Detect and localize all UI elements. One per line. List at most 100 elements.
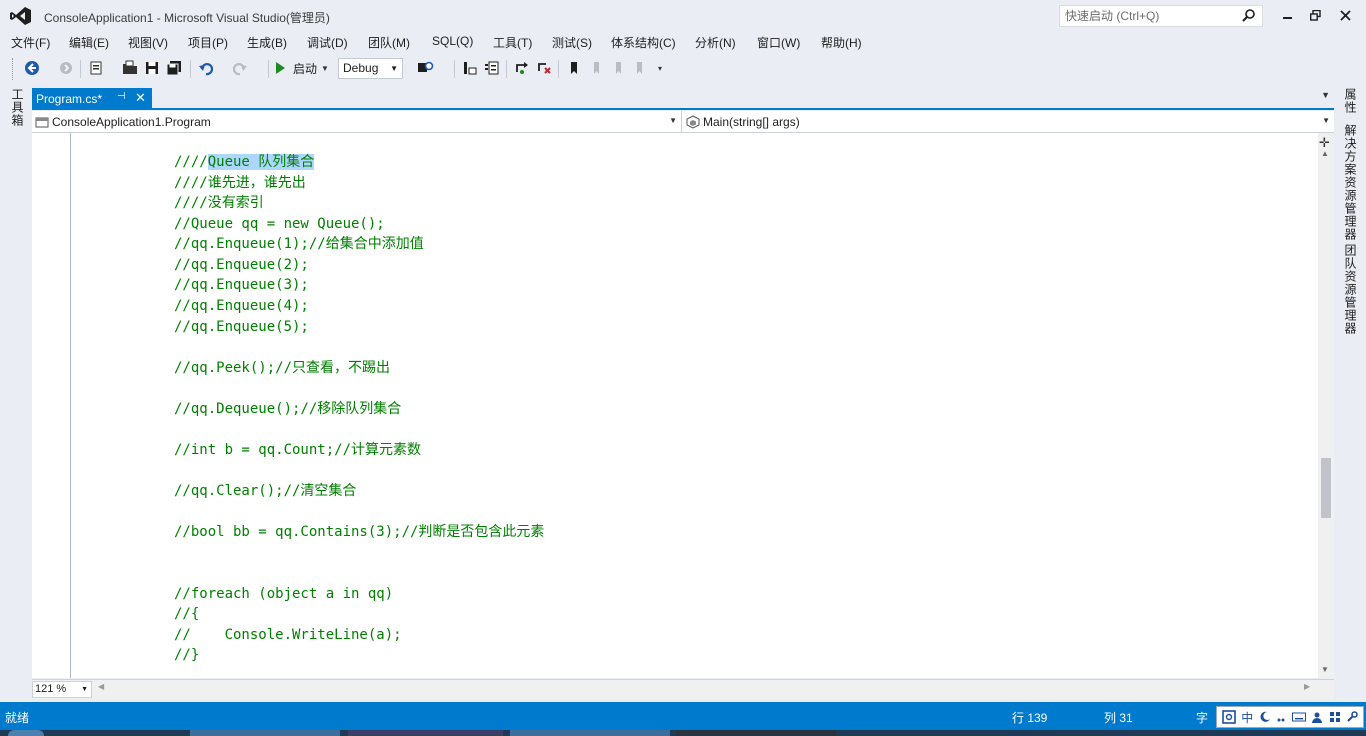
chevron-down-icon[interactable]: ▼ bbox=[1321, 90, 1330, 100]
ime-mode-indicator[interactable]: 中 bbox=[1241, 709, 1253, 726]
menu-tools[interactable]: 工具(T) bbox=[493, 34, 532, 51]
menu-help[interactable]: 帮助(H) bbox=[821, 34, 862, 51]
code-line[interactable]: //foreach (object a in qq) bbox=[174, 584, 393, 604]
new-project-button[interactable] bbox=[86, 58, 106, 78]
code-line[interactable]: //qq.Enqueue(2); bbox=[174, 255, 309, 275]
tab-program-cs[interactable]: Program.cs* ⊣ ✕ bbox=[32, 88, 152, 110]
toggle-bookmark-button[interactable] bbox=[564, 58, 584, 78]
solution-explorer-tab[interactable]: 解决方案资源管理器 bbox=[1342, 124, 1359, 241]
team-explorer-tab[interactable]: 团队资源管理器 bbox=[1342, 244, 1359, 335]
solution-configuration-select[interactable]: Debug ▼ bbox=[338, 58, 403, 79]
scroll-up-icon[interactable]: ▲ bbox=[1321, 149, 1329, 158]
navigate-forward-button[interactable] bbox=[56, 58, 76, 78]
clear-bookmarks-icon bbox=[637, 62, 642, 74]
start-orb[interactable] bbox=[8, 730, 44, 736]
code-line[interactable]: ////谁先进，谁先出 bbox=[174, 173, 306, 193]
code-line[interactable]: //qq.Enqueue(3); bbox=[174, 275, 309, 295]
code-line[interactable]: ////Queue 队列集合 bbox=[174, 152, 315, 172]
menu-view[interactable]: 视图(V) bbox=[128, 34, 168, 51]
undo-button[interactable] bbox=[196, 58, 216, 78]
code-line[interactable]: //} bbox=[174, 645, 199, 665]
step-into-button[interactable] bbox=[512, 58, 532, 78]
pin-icon[interactable]: ⊣ bbox=[117, 91, 126, 102]
restore-icon bbox=[1309, 9, 1321, 21]
code-line[interactable]: //qq.Enqueue(1);//给集合中添加值 bbox=[174, 234, 424, 254]
taskbar-item[interactable] bbox=[190, 730, 340, 736]
menu-build[interactable]: 生成(B) bbox=[247, 34, 287, 51]
toolbar-overflow-button[interactable]: ▾ bbox=[650, 58, 670, 78]
menu-window[interactable]: 窗口(W) bbox=[757, 34, 800, 51]
toolbar-separator bbox=[558, 60, 559, 78]
chevron-down-icon[interactable]: ▼ bbox=[321, 64, 329, 73]
wrench-icon[interactable] bbox=[1346, 711, 1358, 723]
scroll-down-icon[interactable]: ▼ bbox=[1321, 665, 1329, 674]
quick-launch-input[interactable] bbox=[1060, 6, 1240, 26]
scrollbar-thumb[interactable] bbox=[1321, 458, 1331, 518]
restore-button[interactable] bbox=[1302, 4, 1328, 26]
menu-team[interactable]: 团队(M) bbox=[368, 34, 410, 51]
navigate-back-button[interactable] bbox=[22, 58, 42, 78]
bookmark-icon bbox=[571, 62, 577, 74]
class-scope-dropdown[interactable]: ConsoleApplication1.Program ▼ bbox=[32, 111, 682, 132]
code-line[interactable]: // Console.WriteLine(a); bbox=[174, 625, 402, 645]
member-scope-dropdown[interactable]: Main(string[] args) ▼ bbox=[683, 111, 1334, 132]
ime-logo-icon[interactable] bbox=[1221, 710, 1236, 724]
punctuation-icon[interactable] bbox=[1276, 711, 1286, 723]
menu-edit[interactable]: 编辑(E) bbox=[69, 34, 109, 51]
scroll-left-icon[interactable]: ◀ bbox=[98, 682, 104, 691]
menu-architecture[interactable]: 体系结构(C) bbox=[611, 34, 676, 51]
next-bookmark-button[interactable] bbox=[608, 58, 628, 78]
vertical-scrollbar[interactable]: ✛ ▲ ▼ bbox=[1318, 133, 1334, 678]
toolbox-tab[interactable]: 工具箱 bbox=[9, 88, 26, 127]
menu-file[interactable]: 文件(F) bbox=[11, 34, 50, 51]
menu-test[interactable]: 测试(S) bbox=[552, 34, 592, 51]
quick-launch[interactable] bbox=[1059, 5, 1263, 27]
user-icon[interactable] bbox=[1311, 711, 1323, 723]
properties-window-button[interactable] bbox=[482, 58, 502, 78]
taskbar-item[interactable] bbox=[676, 730, 836, 736]
previous-bookmark-button[interactable] bbox=[586, 58, 606, 78]
redo-icon bbox=[232, 63, 247, 76]
scroll-right-icon[interactable]: ▶ bbox=[1304, 682, 1310, 691]
save-button[interactable] bbox=[142, 58, 162, 78]
save-all-button[interactable] bbox=[164, 58, 184, 78]
toolbar-grip[interactable] bbox=[12, 58, 15, 80]
code-line[interactable]: //qq.Clear();//清空集合 bbox=[174, 481, 356, 501]
redo-button[interactable] bbox=[230, 58, 250, 78]
taskbar-item[interactable] bbox=[348, 730, 503, 736]
search-icon[interactable] bbox=[1242, 8, 1256, 22]
breakpoint-button[interactable] bbox=[534, 58, 554, 78]
menu-project[interactable]: 项目(P) bbox=[188, 34, 228, 51]
code-line[interactable]: //qq.Dequeue();//移除队列集合 bbox=[174, 399, 401, 419]
class-icon bbox=[35, 117, 49, 128]
code-editor[interactable]: ////Queue 队列集合 ////谁先进，谁先出 ////没有索引 //Qu… bbox=[32, 133, 1318, 678]
properties-tab[interactable]: 属性 bbox=[1342, 88, 1359, 114]
code-line[interactable]: //bool bb = qq.Contains(3);//判断是否包含此元素 bbox=[174, 522, 544, 542]
zoom-value: 121 % bbox=[35, 683, 67, 695]
start-debugging-button[interactable]: 启动 ▼ bbox=[276, 58, 329, 78]
keyboard-icon[interactable] bbox=[1291, 712, 1306, 722]
code-line[interactable]: //qq.Enqueue(4); bbox=[174, 296, 309, 316]
code-line[interactable]: //qq.Peek();//只查看，不踢出 bbox=[174, 358, 390, 378]
grid-icon[interactable] bbox=[1329, 711, 1341, 723]
open-file-button[interactable] bbox=[120, 58, 140, 78]
moon-icon[interactable] bbox=[1259, 711, 1271, 723]
code-line[interactable]: ////没有索引 bbox=[174, 193, 264, 213]
code-line[interactable]: //qq.Enqueue(5); bbox=[174, 317, 309, 337]
clear-bookmarks-button[interactable] bbox=[630, 58, 650, 78]
close-window-button[interactable] bbox=[1332, 4, 1358, 26]
find-in-files-button[interactable] bbox=[416, 58, 436, 78]
menu-debug[interactable]: 调试(D) bbox=[307, 34, 348, 51]
minimize-button[interactable] bbox=[1275, 4, 1301, 26]
code-line[interactable]: //int b = qq.Count;//计算元素数 bbox=[174, 440, 421, 460]
taskbar-item[interactable] bbox=[510, 730, 670, 736]
code-line[interactable]: //{ bbox=[174, 604, 199, 624]
code-line[interactable]: //Queue qq = new Queue(); bbox=[174, 214, 385, 234]
zoom-level-select[interactable]: 121 % ▼ bbox=[32, 681, 92, 698]
toolbar-separator bbox=[190, 60, 191, 78]
menu-analyze[interactable]: 分析(N) bbox=[695, 34, 736, 51]
close-tab-icon[interactable]: ✕ bbox=[135, 90, 146, 106]
solution-explorer-button[interactable] bbox=[460, 58, 480, 78]
menu-sql[interactable]: SQL(Q) bbox=[432, 34, 473, 48]
ime-toolbar[interactable]: 中 bbox=[1216, 706, 1364, 728]
